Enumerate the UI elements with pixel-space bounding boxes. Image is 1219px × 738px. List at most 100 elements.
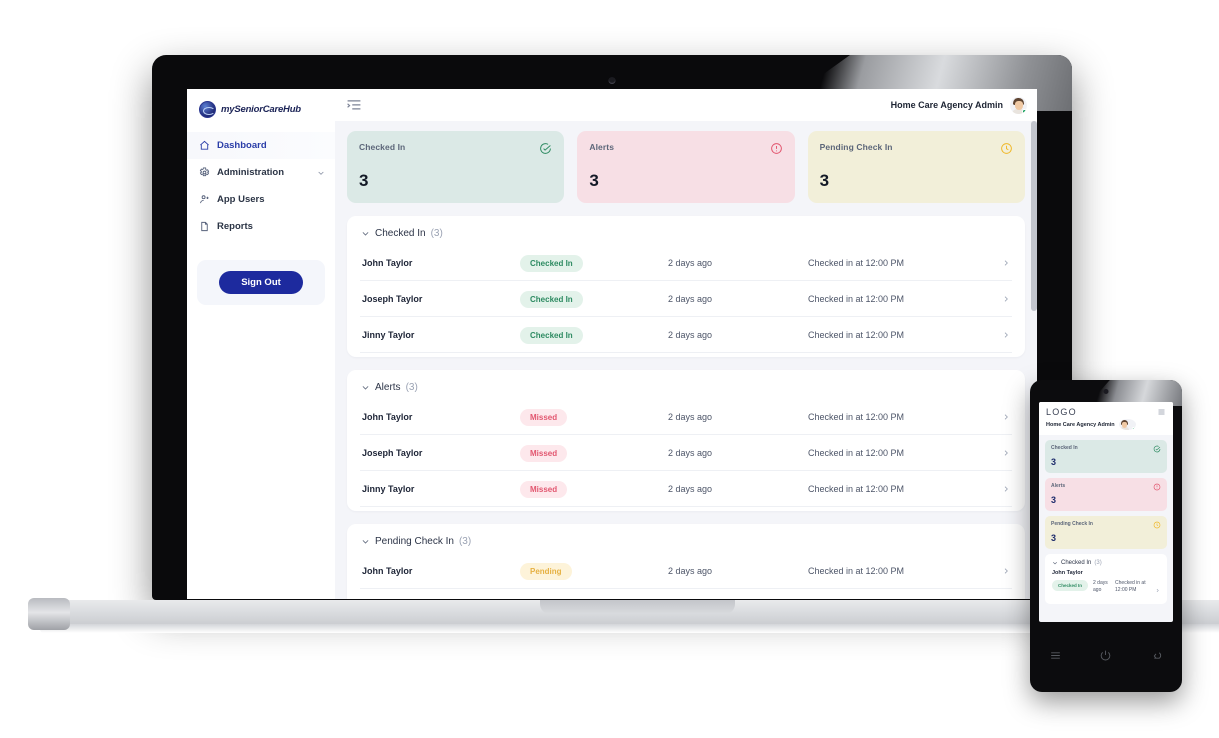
stat-card-alerts[interactable]: Alerts 3 — [577, 131, 795, 203]
table-row[interactable]: John Taylor Pending 2 days ago Checked i… — [360, 553, 1012, 589]
row-name: Joseph Taylor — [362, 447, 423, 458]
row-chevron-cell[interactable] — [996, 562, 1010, 580]
phone-stat-header: Alerts — [1051, 483, 1161, 491]
row-chevron-cell[interactable] — [996, 444, 1010, 462]
sidebar-item-label: Reports — [217, 221, 253, 232]
section-header[interactable]: Checked In (3) — [360, 226, 1012, 245]
sidebar-item-label: Dashboard — [217, 140, 267, 151]
admin-name-label: Home Care Agency Admin — [890, 100, 1003, 110]
section-header[interactable]: Pending Check In (3) — [360, 534, 1012, 553]
stat-value: 3 — [1051, 533, 1057, 543]
phone-stat-card-pending-check-in[interactable]: Pending Check In 3 — [1045, 516, 1167, 549]
gear-icon — [199, 167, 210, 177]
phone-stat-card-checked-in[interactable]: Checked In 3 — [1045, 440, 1167, 473]
row-chevron-cell[interactable] — [996, 598, 1010, 600]
chevron-right-icon[interactable] — [1002, 485, 1010, 493]
row-chevron-cell[interactable] — [996, 408, 1010, 426]
row-name: Joseph Taylor — [362, 293, 423, 304]
stat-label: Alerts — [589, 142, 615, 152]
clock-icon — [1153, 521, 1161, 529]
chevron-down-icon[interactable] — [1052, 560, 1058, 566]
row-chevron-cell[interactable] — [996, 480, 1010, 498]
status-badge: Checked In — [520, 327, 583, 344]
scrollbar-thumb[interactable] — [1030, 121, 1037, 311]
row-chevron-cell[interactable] — [996, 326, 1010, 344]
row-status-cell: Checked In — [520, 289, 668, 308]
hamburger-icon[interactable] — [1157, 408, 1166, 416]
sidebar-item-dashboard[interactable]: Dashboard — [187, 132, 335, 159]
stat-cards: Checked In 3 Alerts 3 Pending Check In 3 — [347, 131, 1025, 203]
phone-avatar[interactable] — [1118, 419, 1136, 430]
table-row[interactable]: Jinny Taylor Missed 2 days ago Checked i… — [360, 471, 1012, 507]
phone-camera-icon — [1103, 389, 1109, 394]
row-detail: Checked in at 12:00 PM — [808, 447, 905, 458]
chevron-down-icon[interactable] — [361, 537, 370, 546]
section-title: Checked In — [375, 228, 426, 239]
dashboard-content: Checked In 3 Alerts 3 Pending Check In 3… — [335, 121, 1037, 599]
topbar-user-area[interactable]: Home Care Agency Admin — [890, 96, 1027, 114]
sidebar-item-reports[interactable]: Reports — [187, 213, 335, 240]
row-detail: Checked in at 12:00 PM — [808, 483, 905, 494]
row-detail: Checked in at 12:00 PM — [808, 293, 905, 304]
phone-section-header[interactable]: Checked In (3) — [1052, 560, 1160, 566]
table-row[interactable]: Joseph Taylor Pending 2 days ago Checked… — [360, 589, 1012, 599]
brand-name: mySeniorCareHub — [221, 104, 301, 115]
online-status-dot — [1132, 426, 1136, 430]
menu-collapse-icon[interactable] — [347, 99, 361, 111]
phone-list-item[interactable]: John Taylor Checked In 2 days ago Checke… — [1052, 570, 1160, 598]
chevron-down-icon[interactable] — [361, 229, 370, 238]
table-row[interactable]: John Taylor Checked In 2 days ago Checke… — [360, 245, 1012, 281]
table-row[interactable]: Jinny Taylor Checked In 2 days ago Check… — [360, 317, 1012, 353]
phone-stat-card-alerts[interactable]: Alerts 3 — [1045, 478, 1167, 511]
back-arrow-icon[interactable] — [1150, 649, 1163, 662]
sidebar-item-label: Administration — [217, 167, 285, 178]
alert-circle-icon — [1153, 483, 1161, 491]
online-status-dot — [1022, 108, 1027, 114]
brand-logo[interactable]: mySeniorCareHub — [187, 89, 335, 132]
phone-row-details: Checked In 2 days ago Checked in at 12:0… — [1052, 580, 1160, 598]
row-status-cell: Pending — [520, 597, 668, 599]
menu-icon[interactable] — [1049, 649, 1062, 662]
row-name: John Taylor — [362, 411, 413, 422]
chevron-down-icon[interactable] — [361, 383, 370, 392]
row-chevron-cell[interactable] — [996, 290, 1010, 308]
chevron-right-icon[interactable] — [1002, 567, 1010, 575]
row-detail: Checked in at 12:00 PM — [1115, 580, 1146, 593]
row-chevron-cell[interactable] — [996, 254, 1010, 272]
sidebar-item-administration[interactable]: Administration — [187, 159, 335, 186]
stat-card-checked-in[interactable]: Checked In 3 — [347, 131, 565, 203]
table-row[interactable]: Joseph Taylor Checked In 2 days ago Chec… — [360, 281, 1012, 317]
row-detail: Checked in at 12:00 PM — [808, 329, 905, 340]
chevron-right-icon[interactable] — [1002, 413, 1010, 421]
section-header[interactable]: Alerts (3) — [360, 380, 1012, 399]
phone-admin-row[interactable]: Home Care Agency Admin — [1046, 419, 1166, 430]
avatar[interactable] — [1010, 96, 1027, 114]
phone-topbar: LOGO Home Care Agency Admin — [1039, 402, 1173, 435]
home-icon — [200, 140, 209, 150]
chevron-right-icon[interactable] — [1002, 331, 1010, 339]
row-detail: Checked in at 12:00 PM — [808, 565, 905, 576]
stat-card-header: Checked In — [359, 142, 552, 155]
sign-out-button[interactable]: Sign Out — [219, 271, 303, 294]
sidebar-item-label: App Users — [217, 194, 265, 205]
section-pending-check-in: Pending Check In (3) John Taylor Pending… — [347, 524, 1025, 599]
row-name: John Taylor — [1052, 570, 1083, 576]
chevron-down-icon[interactable] — [317, 169, 325, 177]
power-home-icon[interactable] — [1099, 649, 1112, 662]
stat-value: 3 — [1051, 457, 1057, 467]
sidebar-item-app-users[interactable]: App Users — [187, 186, 335, 213]
status-badge: Checked In — [520, 255, 583, 272]
chevron-right-icon[interactable] — [1002, 449, 1010, 457]
stat-card-pending-check-in[interactable]: Pending Check In 3 — [807, 131, 1025, 203]
table-row[interactable]: Joseph Taylor Missed 2 days ago Checked … — [360, 435, 1012, 471]
status-badge: Missed — [520, 409, 568, 426]
chevron-right-icon[interactable] — [1002, 295, 1010, 303]
alert-circle-icon — [770, 143, 782, 154]
phone-section-checked-in: Checked In (3) John Taylor Checked In 2 … — [1045, 554, 1167, 604]
table-row[interactable]: John Taylor Missed 2 days ago Checked in… — [360, 399, 1012, 435]
row-when: 2 days ago — [668, 293, 713, 304]
row-chevron-cell[interactable] — [1155, 580, 1160, 598]
section-count: (3) — [1094, 560, 1102, 566]
chevron-right-icon[interactable] — [1002, 259, 1010, 267]
chevron-right-icon[interactable] — [1155, 588, 1160, 593]
